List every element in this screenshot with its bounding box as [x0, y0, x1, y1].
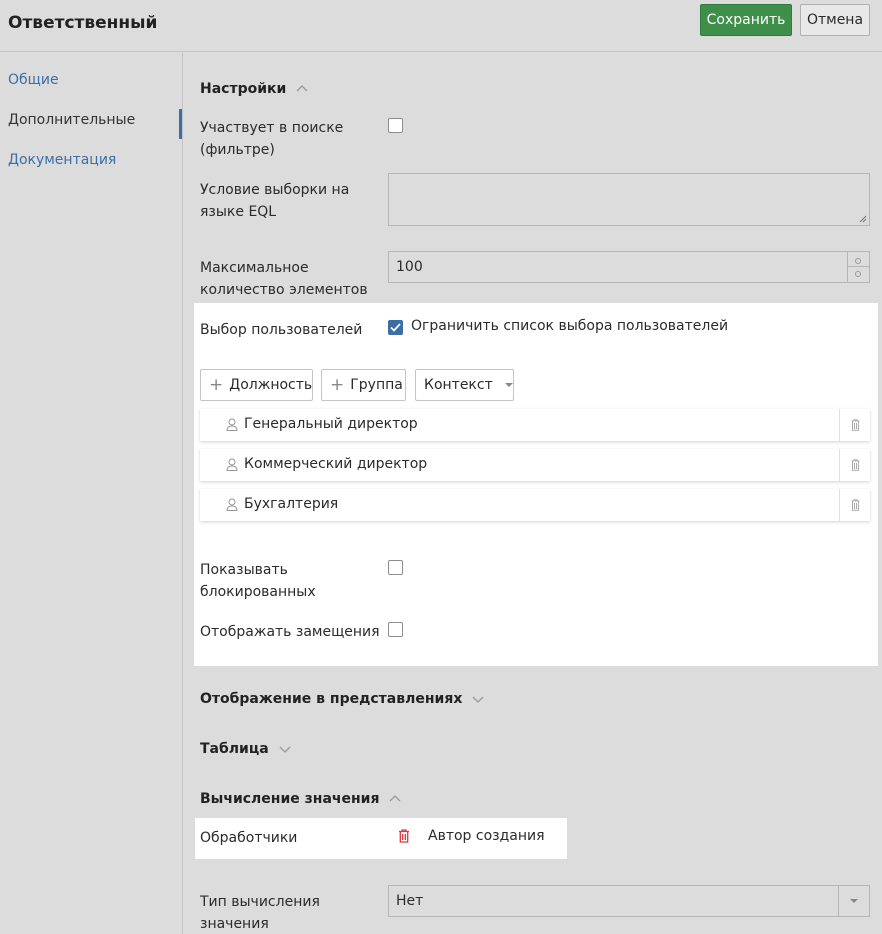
delete-button[interactable] — [839, 489, 870, 521]
save-button[interactable]: Сохранить — [700, 4, 792, 36]
show-substitutions-checkbox[interactable] — [388, 622, 403, 637]
cancel-button[interactable]: Отмена — [800, 4, 870, 36]
user-icon — [226, 418, 238, 431]
plus-icon: + — [209, 374, 224, 395]
show-blocked-label: Показывать блокированных — [200, 562, 316, 600]
number-spinner[interactable] — [847, 252, 869, 282]
compute-section-header[interactable]: Вычисление значения — [200, 791, 401, 807]
caret-down-icon — [504, 383, 513, 387]
max-items-value: 100 — [396, 259, 423, 275]
user-icon — [226, 458, 238, 471]
active-item-indicator — [179, 109, 182, 139]
max-items-label: Максимальное количество элементов — [200, 260, 368, 298]
chevron-down-icon — [279, 746, 291, 753]
plus-icon: + — [330, 374, 345, 395]
add-position-label: Должность — [229, 377, 313, 393]
add-group-label: Группа — [350, 377, 403, 393]
user-select-label: Выбор пользователей — [200, 322, 363, 338]
spinner-divider — [848, 266, 869, 267]
delete-button[interactable] — [839, 449, 870, 481]
views-section-header[interactable]: Отображение в представлениях — [200, 691, 484, 707]
eql-label: Условие выборки на языке EQL — [200, 182, 350, 220]
compute-type-value: Нет — [396, 893, 424, 909]
show-substitutions-label: Отображать замещения — [200, 624, 380, 640]
user-icon — [226, 498, 238, 511]
table-section-header[interactable]: Таблица — [200, 741, 291, 757]
handlers-label: Обработчики — [200, 830, 298, 846]
list-item[interactable]: Бухгалтерия — [200, 489, 870, 521]
context-label: Контекст — [424, 377, 493, 393]
chevron-up-icon — [296, 85, 308, 92]
table-section-title: Таблица — [200, 741, 269, 757]
header-bar: Ответственный Сохранить Отмена — [0, 0, 882, 52]
views-section-title: Отображение в представлениях — [200, 691, 463, 707]
chevron-up-icon — [390, 795, 401, 802]
max-items-input[interactable]: 100 — [388, 251, 870, 283]
sidebar-item-additional[interactable]: Дополнительные — [8, 112, 135, 128]
compute-type-label: Тип вычисления значения — [200, 894, 320, 932]
list-item[interactable]: Генеральный директор — [200, 409, 870, 441]
context-dropdown[interactable]: Контекст — [415, 369, 514, 401]
list-item-name: Коммерческий директор — [244, 456, 428, 472]
trash-icon — [851, 459, 859, 471]
eql-textarea[interactable] — [388, 173, 870, 226]
sidebar-item-general[interactable]: Общие — [8, 72, 59, 88]
restrict-label[interactable]: Ограничить список выбора пользователей — [411, 318, 728, 334]
list-item[interactable]: Коммерческий директор — [200, 449, 870, 481]
add-group-button[interactable]: + Группа — [321, 369, 406, 401]
spin-up-button[interactable] — [855, 258, 861, 264]
spin-down-button[interactable] — [855, 271, 861, 277]
check-icon — [390, 323, 401, 332]
sidebar: Общие Дополнительные Документация — [0, 53, 183, 934]
settings-section-header[interactable]: Настройки — [200, 81, 308, 97]
compute-type-select[interactable]: Нет — [388, 885, 870, 917]
sidebar-item-documentation[interactable]: Документация — [8, 152, 116, 168]
handler-value[interactable]: Автор создания — [428, 828, 545, 844]
trash-icon — [851, 499, 859, 511]
select-arrow[interactable] — [838, 886, 869, 916]
caret-down-icon — [850, 899, 858, 903]
restrict-checkbox[interactable] — [388, 320, 403, 335]
page-title: Ответственный — [8, 13, 158, 33]
user-selection-panel — [194, 303, 878, 666]
resize-grip-icon[interactable] — [858, 214, 867, 223]
list-item-name: Генеральный директор — [244, 416, 418, 432]
add-position-button[interactable]: + Должность — [200, 369, 313, 401]
chevron-down-icon — [472, 696, 484, 703]
show-blocked-checkbox[interactable] — [388, 560, 403, 575]
search-filter-checkbox[interactable] — [388, 118, 403, 133]
compute-section-title: Вычисление значения — [200, 791, 380, 807]
list-item-name: Бухгалтерия — [244, 496, 339, 512]
trash-icon — [851, 419, 859, 431]
settings-section-title: Настройки — [200, 81, 287, 97]
trash-icon[interactable] — [398, 829, 410, 843]
delete-button[interactable] — [839, 409, 870, 441]
search-filter-label: Участвует в поиске (фильтре) — [200, 120, 344, 158]
